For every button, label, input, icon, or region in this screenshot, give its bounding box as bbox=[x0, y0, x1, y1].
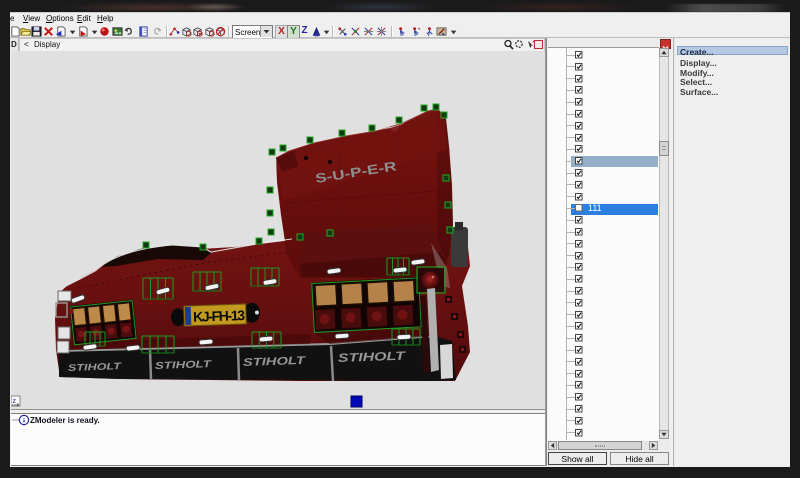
svg-text:KJ-FH-13: KJ-FH-13 bbox=[193, 307, 246, 325]
svg-text:STIHOLT: STIHOLT bbox=[243, 355, 307, 369]
svg-text:STIHOLT: STIHOLT bbox=[155, 359, 213, 372]
svg-text:STIHOLT: STIHOLT bbox=[338, 349, 408, 365]
svg-text:STIHOLT: STIHOLT bbox=[68, 361, 123, 374]
svg-text:z: z bbox=[13, 398, 17, 405]
